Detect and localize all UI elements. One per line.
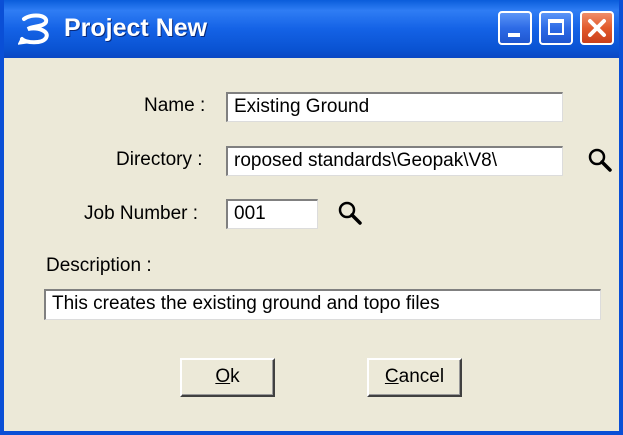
cancel-button-mnemonic: C <box>384 366 399 387</box>
name-field[interactable]: Existing Ground <box>226 92 563 122</box>
minimize-button[interactable] <box>498 11 532 45</box>
ok-button[interactable]: Ok <box>180 358 275 397</box>
job-number-label: Job Number : <box>84 203 199 224</box>
title-bar[interactable]: Project New <box>4 0 619 58</box>
description-label: Description : <box>46 255 152 276</box>
ok-button-mnemonic: O <box>215 366 231 387</box>
cancel-button-label: ancel <box>398 366 445 387</box>
maximize-icon <box>548 19 564 35</box>
job-number-field[interactable]: 001 <box>226 199 318 229</box>
directory-field[interactable]: roposed standards\Geopak\V8\ <box>226 146 563 176</box>
search-icon[interactable] <box>337 200 363 226</box>
close-icon <box>588 19 606 37</box>
directory-label: Directory : <box>116 149 203 170</box>
close-button[interactable] <box>580 11 614 45</box>
maximize-button[interactable] <box>539 11 573 45</box>
description-field[interactable]: This creates the existing ground and top… <box>44 289 601 320</box>
ok-button-label: k <box>230 366 240 387</box>
microstation-icon <box>18 13 49 45</box>
minimize-icon <box>508 33 520 37</box>
window-title: Project New <box>64 14 208 42</box>
name-label: Name : <box>144 95 206 116</box>
cancel-button[interactable]: Cancel <box>367 358 462 397</box>
project-new-dialog: Project New Name : Existing Ground Direc… <box>0 0 623 435</box>
search-icon[interactable] <box>587 147 613 173</box>
